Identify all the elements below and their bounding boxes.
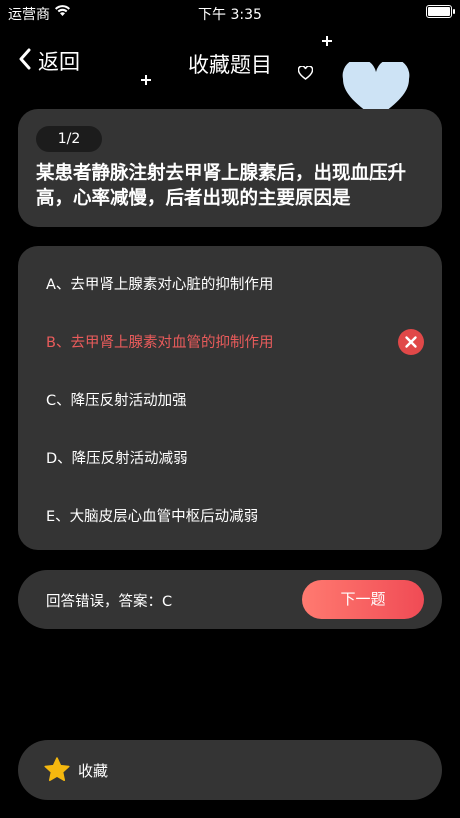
wrong-answer-icon [398,329,424,355]
answer-card: 回答错误，答案：C 下一题 [18,570,442,629]
answer-result: 回答错误，答案：C [46,594,173,610]
small-heart-icon [297,65,314,84]
option-a[interactable]: A、去甲肾上腺素对心脏的抑制作用 [18,263,442,303]
option-label: C、降压反射活动加强 [46,392,187,409]
question-card: 1/2 某患者静脉注射去甲肾上腺素后，出现血压升高，心率减慢，后者出现的主要原因… [18,109,442,227]
option-label: D、降压反射活动减弱 [46,450,188,467]
option-label: B、去甲肾上腺素对血管的抑制作用 [46,334,274,351]
battery-icon [426,5,455,18]
option-b[interactable]: B、去甲肾上腺素对血管的抑制作用 [18,321,442,361]
next-question-button[interactable]: 下一题 [302,580,424,619]
status-time: 下午 3:35 [198,7,262,23]
sparkle-icon [322,31,332,50]
question-progress: 1/2 [36,126,102,152]
favorite-button[interactable]: 收藏 [18,740,442,800]
sparkle-icon [141,70,151,89]
battery-fill [428,7,450,16]
options-card: A、去甲肾上腺素对心脏的抑制作用 B、去甲肾上腺素对血管的抑制作用 C、降压反射… [18,246,442,550]
status-bar: 运营商 下午 3:35 [0,0,460,26]
option-c[interactable]: C、降压反射活动加强 [18,379,442,419]
option-label: E、大脑皮层心血管中枢后动减弱 [46,508,259,525]
option-label: A、去甲肾上腺素对心脏的抑制作用 [46,276,274,293]
favorite-label: 收藏 [78,762,109,780]
star-icon [44,757,70,786]
option-e[interactable]: E、大脑皮层心血管中枢后动减弱 [18,495,442,535]
option-d[interactable]: D、降压反射活动减弱 [18,437,442,477]
question-text: 某患者静脉注射去甲肾上腺素后，出现血压升高，心率减慢，后者出现的主要原因是 [36,163,407,209]
